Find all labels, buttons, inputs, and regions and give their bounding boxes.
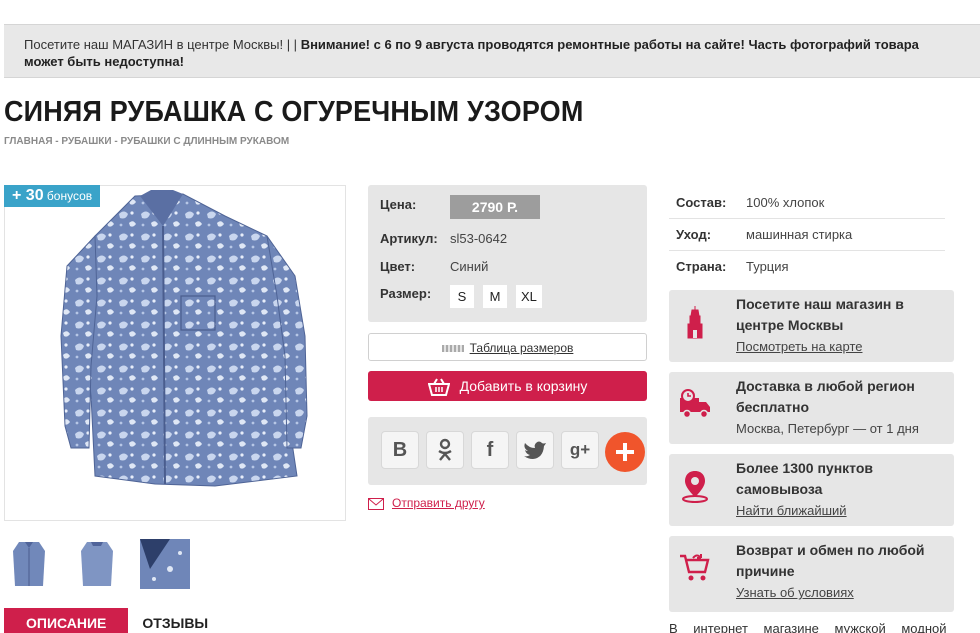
odnoklassniki-icon [438, 438, 452, 461]
spec-key: Страна: [676, 259, 727, 274]
color-label: Цвет: [380, 259, 416, 274]
breadcrumb-shirts[interactable]: Рубашки [61, 136, 111, 147]
size-label: Размер: [380, 286, 432, 301]
plus-icon [616, 443, 634, 461]
googleplus-share-button[interactable]: g+ [561, 431, 599, 469]
price-value: 2790 Р. [450, 195, 540, 219]
article-label: Артикул: [380, 231, 438, 246]
size-table-label: Таблица размеров [469, 341, 574, 355]
delivery-truck-icon [680, 389, 710, 419]
add-to-cart-label: Добавить в корзину [459, 378, 588, 394]
ruler-icon [441, 345, 464, 353]
bonus-label: бонусов [43, 189, 93, 203]
return-cart-icon [680, 554, 710, 581]
spec-value: 100% хлопок [746, 195, 825, 210]
twitter-share-button[interactable] [516, 431, 554, 469]
size-row: Размер: [380, 286, 450, 301]
thumbnail-strip [4, 538, 190, 590]
spec-row-care: Уход: машинная стирка [669, 219, 945, 251]
spec-value: машинная стирка [746, 227, 853, 242]
breadcrumb: Главная - Рубашки - Рубашки с длинным ру… [4, 136, 289, 147]
facebook-icon: f [486, 438, 494, 461]
product-tabs: Описание Отзывы [4, 608, 222, 633]
shirt-image [60, 190, 308, 487]
return-conditions-link[interactable]: Узнать об условиях [736, 585, 854, 600]
description-intro-text: В интернет магазине мужской модной [669, 621, 947, 633]
thumbnail-detail[interactable] [140, 538, 190, 590]
show-on-map-link[interactable]: Посмотреть на карте [736, 339, 862, 354]
size-option-xl[interactable]: XL [516, 285, 542, 308]
product-options-panel: Цена: 2790 Р. Артикул: sl53-0642 Цвет: Син… [368, 185, 647, 322]
spec-row-composition: Состав: 100% хлопок [669, 187, 945, 219]
tab-reviews[interactable]: Отзывы [128, 608, 222, 633]
breadcrumb-current[interactable]: Рубашки с длинным рукавом [120, 136, 289, 147]
find-nearest-link[interactable]: Найти ближайший [736, 503, 847, 518]
odnoklassniki-share-button[interactable] [426, 431, 464, 469]
twitter-icon [524, 441, 546, 459]
send-to-friend-label: Отправить другу [392, 496, 485, 510]
more-share-button[interactable] [605, 432, 645, 472]
size-table-button[interactable]: Таблица размеров [368, 333, 647, 361]
info-title: Доставка в любой регион бесплатно [736, 378, 915, 415]
info-title: Посетите наш магазин в центре Москвы [736, 296, 904, 333]
location-pin-icon [682, 471, 708, 503]
bonus-amount: + 30 [12, 187, 44, 204]
price-label: Цена: [380, 197, 417, 212]
share-panel: В f g+ [368, 417, 647, 485]
info-block-pickup: Более 1300 пунктов самовывоза Найти ближ… [669, 454, 954, 526]
delivery-subtitle: Москва, Петербург — от 1 дня [736, 421, 919, 436]
article-value: sl53-0642 [450, 231, 508, 246]
spec-key: Состав: [676, 195, 727, 210]
color-value: Синий [450, 259, 489, 274]
googleplus-icon: g+ [569, 440, 591, 459]
breadcrumb-home[interactable]: Главная [4, 136, 53, 147]
product-photo[interactable] [4, 185, 346, 521]
thumbnail-front[interactable] [4, 538, 54, 590]
size-option-m[interactable]: M [483, 285, 507, 308]
size-options: S M XL [450, 285, 542, 308]
tab-description[interactable]: Описание [4, 608, 129, 633]
info-block-returns: Возврат и обмен по любой причине Узнать … [669, 536, 954, 612]
page-title: СИНЯЯ РУБАШКА С ОГУРЕЧНЫМ УЗОРОМ [4, 96, 584, 128]
kremlin-tower-icon [687, 306, 703, 339]
send-to-friend-link[interactable]: Отправить другу [368, 496, 485, 510]
spec-value: Турция [746, 259, 789, 274]
info-title: Возврат и обмен по любой причине [736, 542, 925, 579]
vk-icon: В [392, 438, 408, 461]
notice-bar: Посетите наш МАГАЗИН в центре Москвы! | … [4, 24, 980, 78]
spec-row-country: Страна: Турция [669, 251, 945, 283]
envelope-icon [368, 497, 384, 510]
size-option-s[interactable]: S [450, 285, 474, 308]
info-title: Более 1300 пунктов самовывоза [736, 460, 874, 497]
thumbnail-back[interactable] [72, 538, 122, 590]
add-to-cart-button[interactable]: Добавить в корзину [368, 371, 647, 401]
notice-text: Посетите наш МАГАЗИН в центре Москвы! | … [24, 37, 301, 52]
price-row: Цена: [380, 197, 450, 212]
bonus-badge: + 30 бонусов [4, 185, 101, 207]
vk-share-button[interactable]: В [381, 431, 419, 469]
info-block-store: Посетите наш магазин в центре Москвы Пос… [669, 290, 954, 362]
info-block-delivery: Доставка в любой регион бесплатно Москва… [669, 372, 954, 444]
spec-key: Уход: [676, 227, 712, 242]
basket-icon [427, 378, 450, 397]
article-row: Артикул: sl53-0642 [380, 231, 507, 246]
color-row: Цвет: Синий [380, 259, 488, 274]
facebook-share-button[interactable]: f [471, 431, 509, 469]
